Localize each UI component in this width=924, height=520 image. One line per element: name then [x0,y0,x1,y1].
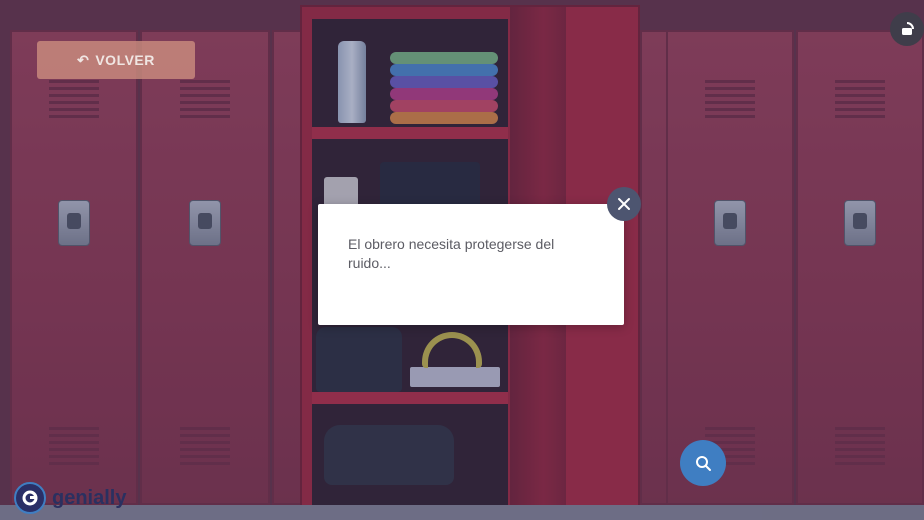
rotate-device-button[interactable] [890,12,924,46]
back-button-label: VOLVER [95,52,155,68]
hint-text: El obrero necesita protegerse del ruido.… [348,236,555,271]
hint-modal: El obrero necesita protegerse del ruido.… [318,204,624,325]
rotate-device-icon [902,22,914,35]
close-modal-button[interactable] [607,187,641,221]
genially-logo-icon [14,482,46,514]
brand-name: genially [52,486,127,509]
search-button[interactable] [680,440,726,486]
close-icon [618,198,630,210]
genially-brand[interactable]: genially [14,481,126,515]
back-button[interactable]: ↶ VOLVER [37,41,195,79]
search-icon [696,456,711,471]
undo-arrow-icon: ↶ [77,51,90,68]
